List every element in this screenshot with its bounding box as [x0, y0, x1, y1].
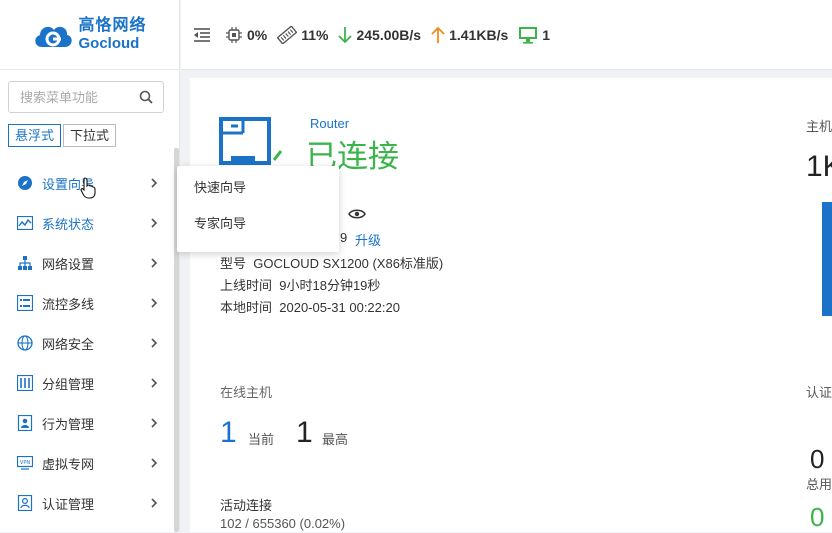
uptime-value: 9小时18分钟19秒	[279, 278, 381, 293]
menu-label: 网络设置	[42, 256, 95, 272]
host-panel-value: 1K	[806, 150, 832, 183]
menu-item-auth-management[interactable]: 认证管理	[0, 483, 172, 523]
chevron-right-icon	[151, 178, 158, 188]
memory-icon	[277, 25, 298, 44]
chart-icon	[16, 214, 34, 232]
cpu-icon	[226, 26, 242, 43]
menu-item-group-management[interactable]: 分组管理	[0, 363, 172, 403]
upload-speed: 1.41KB/s	[431, 26, 508, 44]
menu-item-network-settings[interactable]: 网络设置	[0, 243, 172, 283]
online-hosts-title: 在线主机	[220, 385, 273, 400]
eye-icon[interactable]	[348, 208, 366, 220]
chevron-right-icon	[151, 298, 158, 308]
active-connections-value: 102 / 655360 (0.02%)	[220, 516, 346, 531]
behavior-icon	[16, 414, 34, 432]
auth-panel-green-value: 0	[810, 502, 825, 532]
menu-label: 网络安全	[42, 336, 95, 352]
chevron-right-icon	[151, 458, 158, 468]
localtime-value: 2020-05-31 00:22:20	[279, 300, 400, 315]
active-connections-title: 活动连接	[220, 498, 273, 513]
monitor-icon	[519, 26, 538, 44]
online-hosts-current: 1	[220, 416, 237, 449]
menu-label: 流控多线	[42, 296, 95, 312]
brand-logo[interactable]: 高恪网络 Gocloud	[0, 0, 179, 70]
menu-label: 认证管理	[42, 496, 95, 512]
tab-dropdown-menu[interactable]: 下拉式	[63, 124, 117, 147]
menu-label: 行为管理	[42, 416, 95, 432]
menu-item-behavior-management[interactable]: 行为管理	[0, 403, 172, 443]
auth-panel-title: 认证	[806, 385, 832, 400]
device-info: 型号 GOCLOUD SX1200 (X86标准版) 上线时间 9小时18分钟1…	[220, 253, 443, 319]
tab-floating-menu[interactable]: 悬浮式	[8, 124, 62, 147]
host-traffic-bar	[822, 202, 832, 316]
collapse-menu-icon[interactable]	[193, 27, 211, 42]
submenu-item-expert-wizard[interactable]: 专家向导	[177, 206, 339, 242]
download-value: 245.00B/s	[356, 26, 422, 43]
online-devices: 1	[518, 26, 550, 44]
devices-value: 1	[542, 26, 551, 43]
compass-icon	[16, 174, 34, 192]
host-panel-title: 主机	[806, 119, 832, 134]
search-icon[interactable]	[139, 90, 153, 104]
cloud-logo-icon	[35, 26, 73, 47]
router-device-icon	[219, 117, 283, 165]
memory-value: 11%	[301, 26, 329, 43]
vpn-icon: VPN	[16, 454, 34, 472]
menu-item-system-status[interactable]: 系统状态	[0, 203, 172, 243]
online-hosts-current-label: 当前	[248, 432, 275, 447]
brand-name-en: Gocloud	[78, 35, 140, 52]
hand-cursor-icon	[80, 177, 96, 199]
cpu-usage: 0%	[225, 26, 267, 44]
list-icon	[16, 294, 34, 312]
menu-item-traffic-control[interactable]: 流控多线	[0, 283, 172, 323]
localtime-label: 本地时间	[220, 300, 273, 315]
chevron-right-icon	[151, 418, 158, 428]
group-icon	[16, 374, 34, 392]
uptime-label: 上线时间	[220, 278, 273, 293]
firmware-version: 9	[340, 230, 348, 245]
auth-panel-value: 0	[810, 444, 825, 474]
device-type: Router	[310, 116, 350, 131]
menu-item-setup-wizard[interactable]: 设置向导	[0, 163, 172, 203]
dashboard-card: Router 已连接 9 升级 型号 GOCLOUD SX1200 (X86标准…	[190, 78, 832, 532]
svg-text:VPN: VPN	[20, 460, 30, 466]
main-menu: 设置向导 系统状态 网络设置 流控多线 网络安全 分组管理 行为管理 VPN 虚…	[0, 163, 172, 523]
menu-item-vpn[interactable]: VPN 虚拟专网	[0, 443, 172, 483]
chevron-right-icon	[151, 338, 158, 348]
auth-icon	[16, 494, 34, 512]
globe-icon	[16, 334, 34, 352]
menu-mode-tabs: 悬浮式 下拉式	[8, 124, 117, 147]
menu-label: 分组管理	[42, 376, 95, 392]
model-label: 型号	[220, 256, 247, 271]
menu-label: 系统状态	[42, 216, 95, 232]
chevron-right-icon	[151, 258, 158, 268]
online-hosts-max: 1	[296, 416, 313, 449]
cpu-value: 0%	[247, 26, 268, 43]
chevron-right-icon	[151, 378, 158, 388]
auth-panel-sub: 总用	[806, 477, 832, 492]
arrow-up-icon	[431, 26, 445, 43]
menu-search-box	[8, 81, 164, 113]
menu-item-network-security[interactable]: 网络安全	[0, 323, 172, 363]
sidebar: 高恪网络 Gocloud 悬浮式 下拉式 设置向导 系统	[0, 0, 180, 532]
online-hosts-max-label: 最高	[322, 432, 349, 447]
model-value: GOCLOUD SX1200 (X86标准版)	[253, 256, 444, 271]
memory-usage: 11%	[277, 25, 329, 44]
setup-wizard-submenu: 快速向导 专家向导	[177, 166, 339, 252]
menu-label: 虚拟专网	[42, 456, 95, 472]
download-speed: 245.00B/s	[338, 26, 421, 44]
top-status-bar: 0% 11% 245.00B/s 1.41KB/s 1	[181, 0, 832, 70]
upgrade-link[interactable]: 升级	[355, 230, 381, 249]
submenu-item-quick-wizard[interactable]: 快速向导	[177, 170, 339, 206]
upload-value: 1.41KB/s	[449, 26, 509, 43]
network-icon	[16, 254, 34, 272]
menu-search-input[interactable]	[9, 82, 129, 112]
brand-name-cn: 高恪网络	[78, 17, 147, 34]
chevron-right-icon	[151, 498, 158, 508]
arrow-down-icon	[338, 26, 353, 43]
chevron-right-icon	[151, 218, 158, 228]
